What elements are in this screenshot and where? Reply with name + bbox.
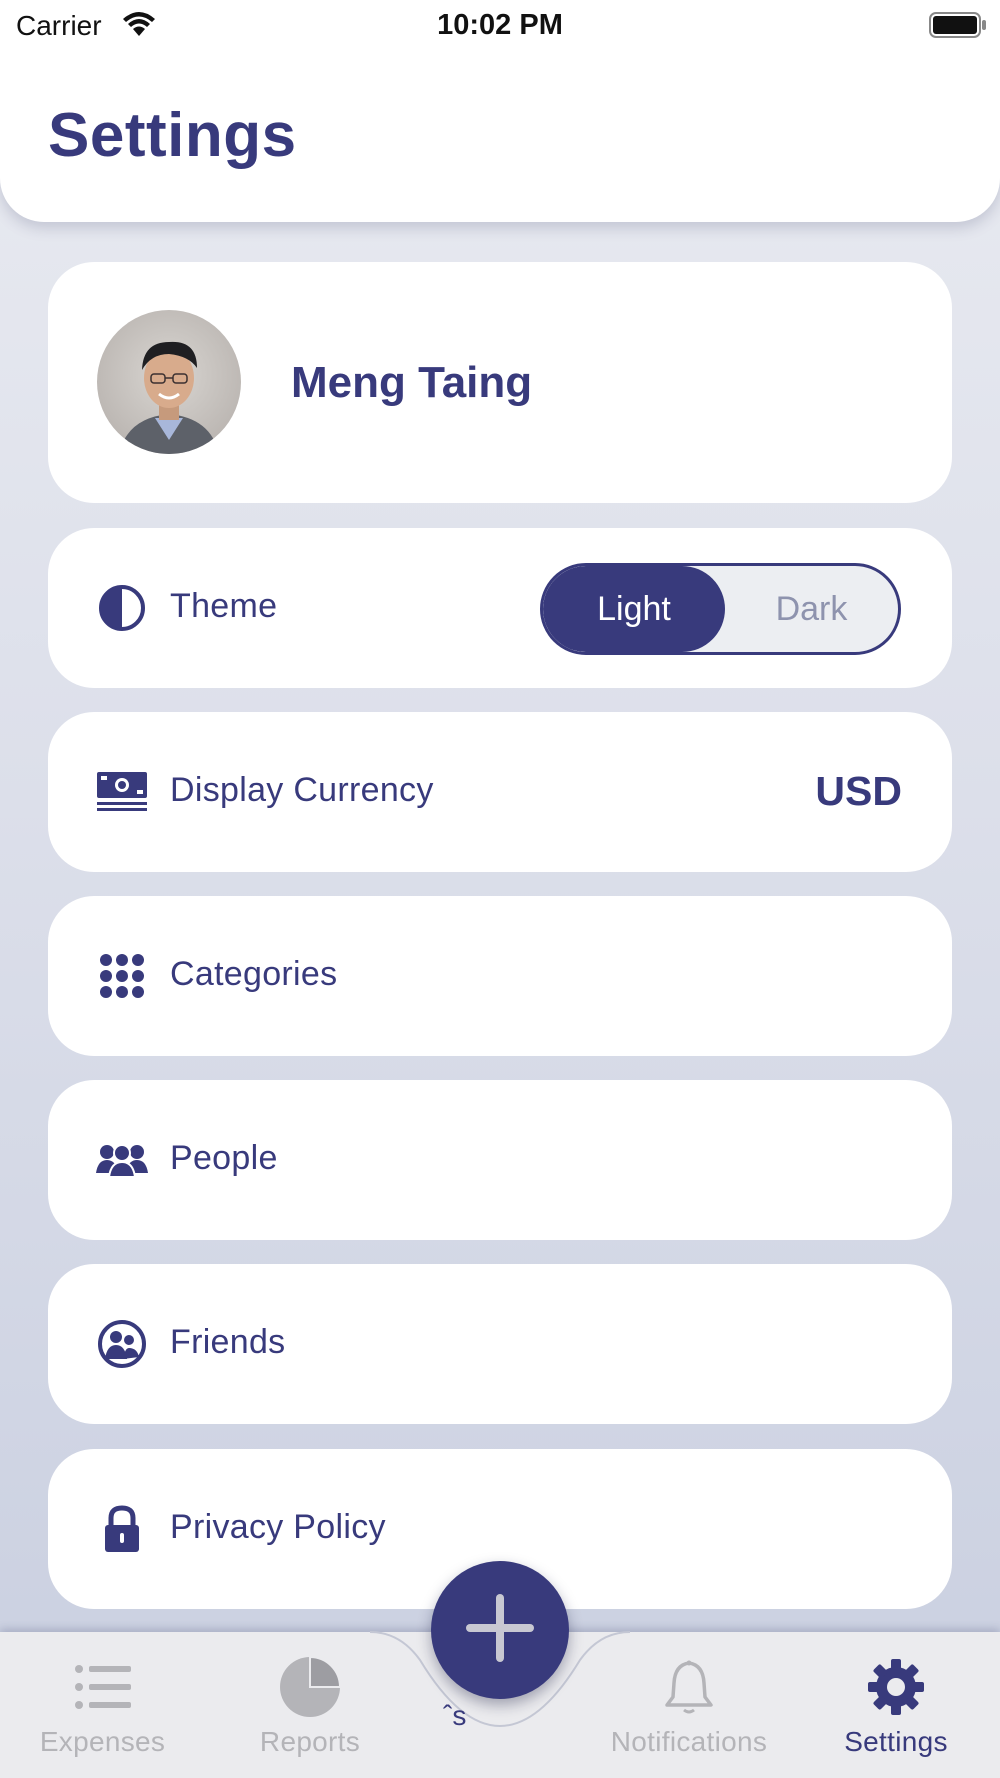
avatar: [97, 310, 241, 454]
lock-icon: [96, 1504, 148, 1554]
theme-toggle[interactable]: Light Dark: [540, 563, 901, 655]
list-icon: [74, 1656, 131, 1718]
grid-dots-icon: [96, 951, 148, 1001]
money-icon: [96, 767, 148, 817]
tab-settings[interactable]: Settings: [830, 1632, 962, 1778]
categories-row[interactable]: Categories: [48, 896, 952, 1056]
people-label: People: [170, 1139, 278, 1177]
tab-reports[interactable]: Reports: [240, 1632, 380, 1778]
clock: 10:02 PM: [437, 9, 563, 41]
theme-label: Theme: [170, 587, 278, 625]
tab-settings-label: Settings: [844, 1726, 948, 1757]
bell-icon: [665, 1656, 713, 1718]
tab-notifications-label: Notifications: [610, 1726, 768, 1757]
people-icon: [96, 1135, 148, 1185]
theme-option-dark[interactable]: Dark: [725, 566, 898, 652]
gear-icon: [867, 1656, 925, 1718]
tab-expenses[interactable]: Expenses: [30, 1632, 175, 1778]
friends-row[interactable]: Friends: [48, 1264, 952, 1424]
fab-partial-label: ˆs: [443, 1700, 467, 1731]
privacy-policy-label: Privacy Policy: [170, 1508, 386, 1546]
people-row[interactable]: People: [48, 1080, 952, 1240]
tab-expenses-label: Expenses: [39, 1726, 166, 1757]
theme-row: Theme Light Dark: [48, 528, 952, 688]
battery-icon: [929, 12, 987, 43]
theme-option-light[interactable]: Light: [543, 566, 725, 652]
pie-chart-icon: [278, 1655, 342, 1718]
profile-card[interactable]: Meng Taing: [48, 262, 952, 503]
add-expense-button[interactable]: [431, 1561, 569, 1699]
half-circle-icon: [96, 583, 148, 633]
plus-icon: [462, 1590, 538, 1671]
profile-name: Meng Taing: [291, 358, 533, 407]
friends-icon: [96, 1319, 148, 1369]
tab-reports-label: Reports: [259, 1726, 361, 1757]
categories-label: Categories: [170, 955, 338, 993]
friends-label: Friends: [170, 1323, 286, 1361]
currency-value: USD: [815, 768, 902, 814]
display-currency-label: Display Currency: [170, 771, 434, 809]
status-bar: Carrier 10:02 PM: [0, 0, 1000, 52]
display-currency-row[interactable]: Display Currency USD: [48, 712, 952, 872]
page-title: Settings: [48, 101, 297, 170]
